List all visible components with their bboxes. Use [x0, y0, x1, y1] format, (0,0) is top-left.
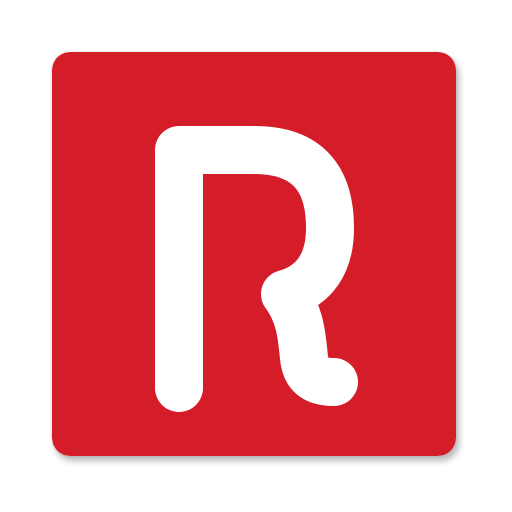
app-icon-tile[interactable]: [52, 52, 456, 456]
letter-r-logo-icon: [52, 52, 456, 456]
icon-canvas: [0, 0, 512, 512]
